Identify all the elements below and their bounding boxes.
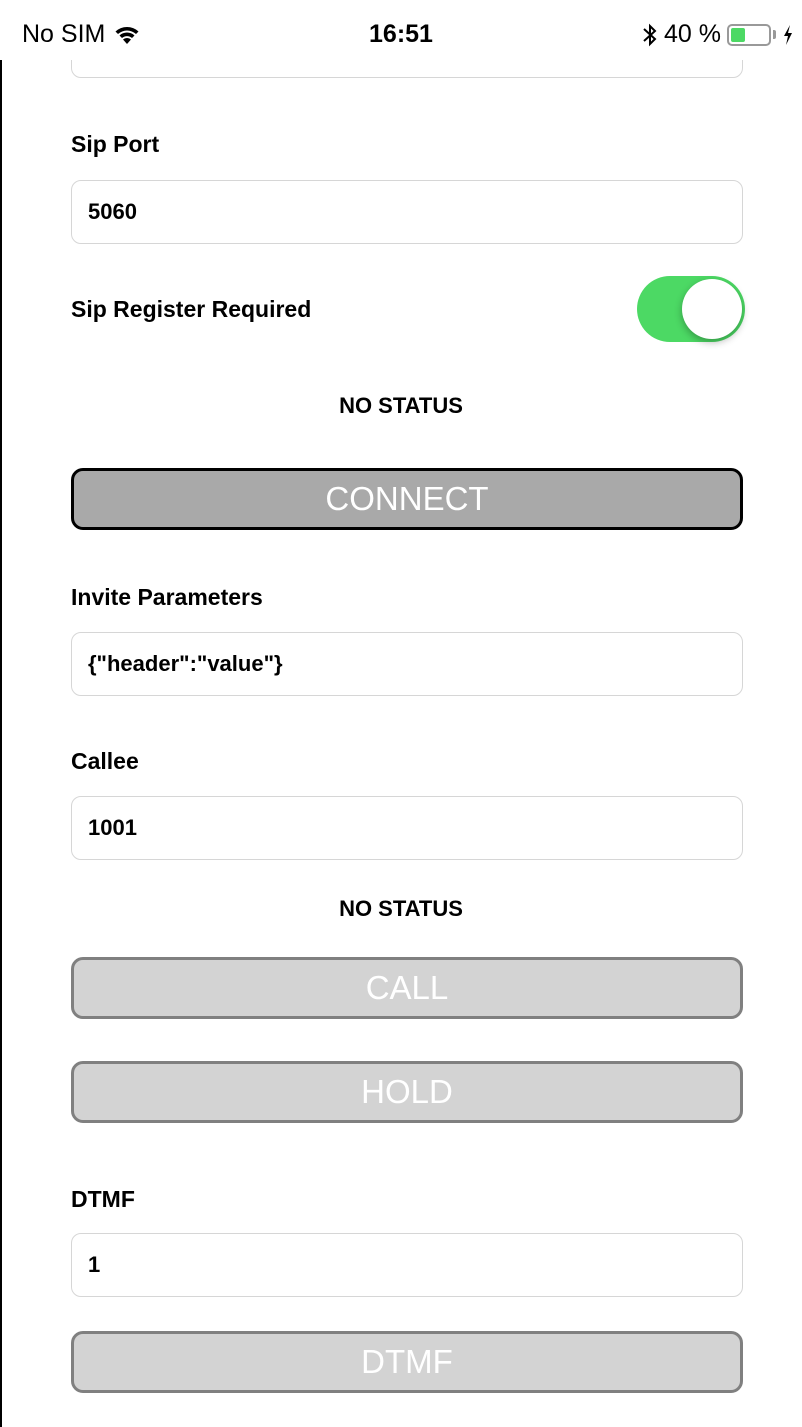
battery-cap [773, 30, 776, 39]
call-button[interactable]: CALL [71, 957, 743, 1019]
connection-status: NO STATUS [339, 393, 463, 418]
dtmf-input[interactable]: 1 [71, 1233, 743, 1297]
battery-icon [727, 23, 771, 46]
battery-percent: 40 % [664, 20, 721, 48]
call-status: NO STATUS [339, 896, 463, 921]
dtmf-label: DTMF [71, 1186, 135, 1212]
bluetooth-icon [643, 23, 657, 46]
sip-port-label: Sip Port [71, 131, 160, 157]
callee-value: 1001 [88, 815, 137, 840]
callee-input[interactable]: 1001 [71, 796, 743, 860]
status-bar: No SIM 16:51 40 % [0, 0, 802, 60]
dtmf-value: 1 [88, 1252, 101, 1277]
battery-level [731, 27, 746, 42]
sip-register-toggle[interactable] [637, 276, 745, 342]
sip-port-input[interactable]: 5060 [71, 180, 743, 244]
invite-parameters-input[interactable]: {"header":"value"} [71, 632, 743, 696]
invite-parameters-value: {"header":"value"} [88, 651, 283, 676]
connect-button[interactable]: CONNECT [71, 468, 743, 530]
toggle-knob [682, 279, 742, 339]
sip-register-label: Sip Register Required [71, 296, 312, 322]
status-right: 40 % [642, 20, 794, 49]
invite-parameters-label: Invite Parameters [71, 584, 263, 610]
hold-button[interactable]: HOLD [71, 1061, 743, 1123]
charging-bolt-icon [784, 24, 792, 45]
left-edge [0, 0, 2, 1427]
callee-label: Callee [71, 748, 139, 774]
sip-port-value: 5060 [88, 199, 137, 224]
dtmf-button[interactable]: DTMF [71, 1331, 743, 1393]
